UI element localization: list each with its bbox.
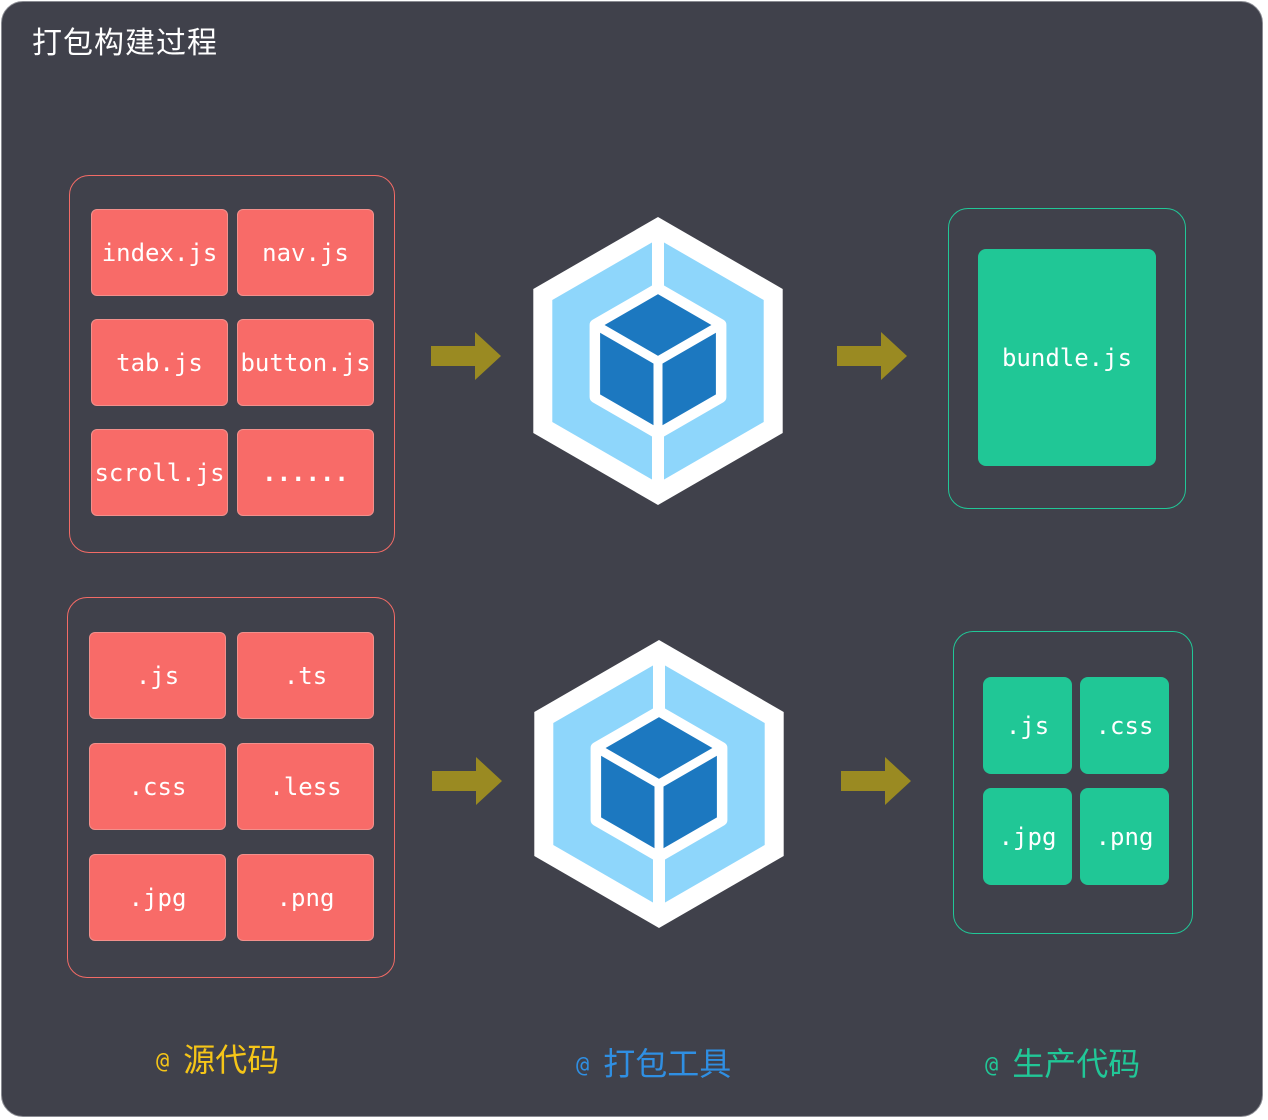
- caption-label: 生产代码: [1012, 1045, 1141, 1083]
- source-tile: nav.js: [237, 209, 374, 296]
- source-tile: .less: [237, 743, 374, 830]
- output-tile: .css: [1080, 677, 1169, 774]
- diagram-panel: 打包构建过程 index.js nav.js tab.js button.js …: [1, 1, 1263, 1117]
- right-arrow-icon: [432, 757, 502, 805]
- source-tile: tab.js: [91, 319, 228, 406]
- right-arrow-icon: [841, 757, 911, 805]
- source-group-1: index.js nav.js tab.js button.js scroll.…: [69, 175, 395, 553]
- caption-at: @: [156, 1049, 170, 1074]
- source-tile: .ts: [237, 632, 374, 719]
- source-group-2: .js .ts .css .less .jpg .png: [67, 597, 395, 978]
- webpack-logo-icon: [534, 640, 784, 928]
- source-tile: .css: [89, 743, 226, 830]
- source-tile: ......: [237, 429, 374, 516]
- output-tile: .jpg: [983, 788, 1072, 885]
- source-tile: .png: [237, 854, 374, 941]
- caption-label: 打包工具: [603, 1045, 732, 1083]
- output-group-1: bundle.js: [948, 208, 1186, 509]
- caption-production-code: @ 生产代码: [985, 1039, 1140, 1085]
- diagram-title: 打包构建过程: [32, 26, 218, 61]
- right-arrow-icon: [431, 332, 501, 380]
- caption-at: @: [985, 1053, 999, 1078]
- source-tile: .js: [89, 632, 226, 719]
- source-tile: scroll.js: [91, 429, 228, 516]
- output-tile: .js: [983, 677, 1072, 774]
- caption-bundler: @ 打包工具: [576, 1039, 731, 1085]
- output-tile: .png: [1080, 788, 1169, 885]
- webpack-logo-icon: [533, 217, 783, 505]
- caption-at: @: [576, 1053, 590, 1078]
- output-tile: bundle.js: [978, 249, 1156, 466]
- output-group-2: .js .css .jpg .png: [953, 631, 1193, 934]
- source-tile: .jpg: [89, 854, 226, 941]
- source-tile: button.js: [237, 319, 374, 406]
- source-tile: index.js: [91, 209, 228, 296]
- caption-label: 源代码: [183, 1041, 280, 1079]
- caption-source-code: @ 源代码: [156, 1035, 279, 1081]
- right-arrow-icon: [837, 332, 907, 380]
